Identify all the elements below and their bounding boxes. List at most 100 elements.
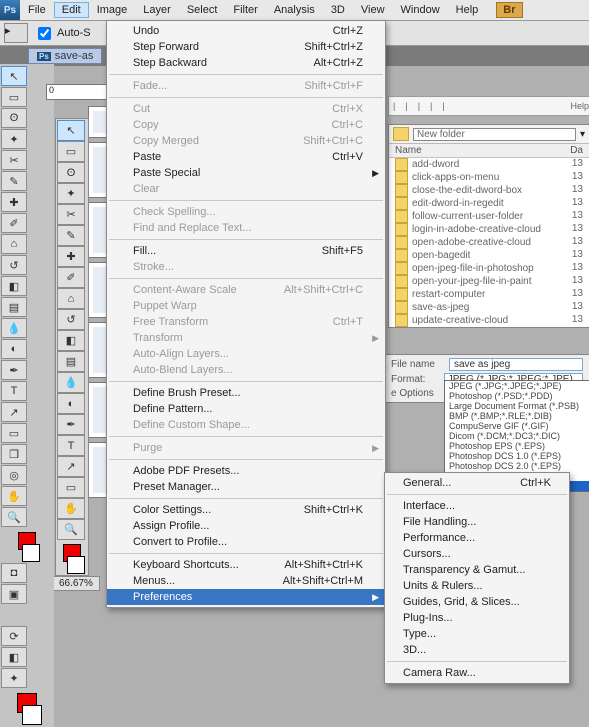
hand-tool-icon[interactable]: ✋ xyxy=(1,486,27,506)
edit-menu-item[interactable]: Adobe PDF Presets... xyxy=(107,463,385,479)
path-field[interactable]: New folder xyxy=(413,128,576,141)
bridge-badge[interactable]: Br xyxy=(496,2,522,18)
file-row[interactable]: add-dword13 xyxy=(389,158,589,171)
eraser-tool-icon[interactable]: ◧ xyxy=(1,276,27,296)
file-row[interactable]: open-adobe-creative-cloud13 xyxy=(389,236,589,249)
wand-tool-icon[interactable]: ✦ xyxy=(1,129,27,149)
fp-eraser-icon[interactable]: ◧ xyxy=(57,330,85,351)
menu-layer[interactable]: Layer xyxy=(135,2,179,18)
fp-crop-tool-icon[interactable]: ✂ xyxy=(57,204,85,225)
background-swatch-icon[interactable] xyxy=(22,544,40,562)
fp-path-icon[interactable]: ↗ xyxy=(57,456,85,477)
quickmask-tool-icon[interactable]: ◘ xyxy=(1,563,27,583)
file-row[interactable]: save-as-jpeg13 xyxy=(389,301,589,314)
extra-tool-a-icon[interactable]: ⟳ xyxy=(1,626,27,646)
filename-field[interactable]: save as jpeg xyxy=(449,358,583,371)
format-option[interactable]: JPEG (*.JPG;*.JPEG;*.JPE) xyxy=(445,381,589,391)
prefs-menu-item[interactable]: Guides, Grid, & Slices... xyxy=(385,594,569,610)
marquee-tool-icon[interactable]: ▭ xyxy=(1,87,27,107)
fp-lasso-tool-icon[interactable]: ʘ xyxy=(57,162,85,183)
fp-pen-icon[interactable]: ✒ xyxy=(57,414,85,435)
format-option[interactable]: CompuServe GIF (*.GIF) xyxy=(445,421,589,431)
extra-tool-b-icon[interactable]: ◧ xyxy=(1,647,27,667)
dodge-tool-icon[interactable]: ◐ xyxy=(1,339,27,359)
col-name[interactable]: Name xyxy=(395,145,422,156)
format-option[interactable]: BMP (*.BMP;*.RLE;*.DIB) xyxy=(445,411,589,421)
menu-analysis[interactable]: Analysis xyxy=(266,2,323,18)
path-tool-icon[interactable]: ↗ xyxy=(1,402,27,422)
3d-tool-icon[interactable]: ❒ xyxy=(1,444,27,464)
menu-3d[interactable]: 3D xyxy=(323,2,353,18)
format-option[interactable]: Photoshop DCS 2.0 (*.EPS) xyxy=(445,461,589,471)
color-swatches[interactable] xyxy=(1,532,53,562)
blur-tool-icon[interactable]: 💧 xyxy=(1,318,27,338)
file-row[interactable]: open-jpeg-file-in-photoshop13 xyxy=(389,262,589,275)
file-row[interactable]: login-in-adobe-creative-cloud13 xyxy=(389,223,589,236)
menu-help[interactable]: Help xyxy=(448,2,487,18)
format-option[interactable]: Dicom (*.DCM;*.DC3;*.DIC) xyxy=(445,431,589,441)
menu-select[interactable]: Select xyxy=(179,2,226,18)
edit-menu-item[interactable]: Keyboard Shortcuts...Alt+Shift+Ctrl+K xyxy=(107,557,385,573)
tool-preset-button[interactable]: ▸ xyxy=(4,23,28,43)
edit-menu-item[interactable]: Paste Special▶ xyxy=(107,165,385,181)
format-option[interactable]: Large Document Format (*.PSB) xyxy=(445,401,589,411)
zoom-readout[interactable]: 66.67% xyxy=(52,576,100,591)
file-row[interactable]: click-apps-on-menu13 xyxy=(389,171,589,184)
fp-brush-icon[interactable]: ✐ xyxy=(57,267,85,288)
fp-history-icon[interactable]: ↺ xyxy=(57,309,85,330)
menu-image[interactable]: Image xyxy=(89,2,136,18)
edit-menu-item[interactable]: Preset Manager... xyxy=(107,479,385,495)
fp-gradient-icon[interactable]: ▤ xyxy=(57,351,85,372)
edit-menu-item[interactable]: Step ForwardShift+Ctrl+Z xyxy=(107,39,385,55)
eyedropper-tool-icon[interactable]: ✎ xyxy=(1,171,27,191)
auto-select-checkbox[interactable]: Auto-S xyxy=(34,24,91,43)
camera-tool-icon[interactable]: ◎ xyxy=(1,465,27,485)
prefs-menu-item[interactable]: 3D... xyxy=(385,642,569,658)
type-tool-icon[interactable]: T xyxy=(1,381,27,401)
screenmode-tool-icon[interactable]: ▣ xyxy=(1,584,27,604)
history-brush-icon[interactable]: ↺ xyxy=(1,255,27,275)
prefs-menu-item[interactable]: Performance... xyxy=(385,530,569,546)
prefs-menu-item[interactable]: Plug-Ins... xyxy=(385,610,569,626)
prefs-menu-item[interactable]: Transparency & Gamut... xyxy=(385,562,569,578)
fp-healing-icon[interactable]: ✚ xyxy=(57,246,85,267)
gradient-tool-icon[interactable]: ▤ xyxy=(1,297,27,317)
zoom-tool-icon[interactable]: 🔍 xyxy=(1,507,27,527)
stamp-tool-icon[interactable]: ⌂ xyxy=(1,234,27,254)
fp-dodge-icon[interactable]: ◐ xyxy=(57,393,85,414)
path-dropdown-icon[interactable]: ▾ xyxy=(580,129,585,140)
edit-menu-item[interactable]: Step BackwardAlt+Ctrl+Z xyxy=(107,55,385,71)
fp-hand-icon[interactable]: ✋ xyxy=(57,498,85,519)
menu-filter[interactable]: Filter xyxy=(225,2,265,18)
prefs-menu-item[interactable]: Units & Rulers... xyxy=(385,578,569,594)
prefs-menu-item[interactable]: Type... xyxy=(385,626,569,642)
menu-edit[interactable]: Edit xyxy=(54,2,89,18)
edit-menu-item[interactable]: Menus...Alt+Shift+Ctrl+M xyxy=(107,573,385,589)
format-option[interactable]: Photoshop DCS 1.0 (*.EPS) xyxy=(445,451,589,461)
prefs-menu-item[interactable]: Camera Raw... xyxy=(385,665,569,681)
edit-menu-item[interactable]: Assign Profile... xyxy=(107,518,385,534)
file-row[interactable]: open-your-jpeg-file-in-paint13 xyxy=(389,275,589,288)
brush-tool-icon[interactable]: ✐ xyxy=(1,213,27,233)
move-tool-icon[interactable]: ↖ xyxy=(1,66,27,86)
pen-tool-icon[interactable]: ✒ xyxy=(1,360,27,380)
document-tab[interactable]: Ps save-as xyxy=(28,48,102,64)
fp-blur-icon[interactable]: 💧 xyxy=(57,372,85,393)
menu-window[interactable]: Window xyxy=(393,2,448,18)
edit-menu-item[interactable]: Convert to Profile... xyxy=(107,534,385,550)
fp-wand-tool-icon[interactable]: ✦ xyxy=(57,183,85,204)
edit-menu-item[interactable]: PasteCtrl+V xyxy=(107,149,385,165)
file-row[interactable]: update-creative-cloud13 xyxy=(389,314,589,327)
fp-zoom-icon[interactable]: 🔍 xyxy=(57,519,85,540)
format-option[interactable]: Photoshop (*.PSD;*.PDD) xyxy=(445,391,589,401)
menu-view[interactable]: View xyxy=(353,2,393,18)
background-swatch-2-icon[interactable] xyxy=(22,705,42,725)
extra-tool-c-icon[interactable]: ✦ xyxy=(1,668,27,688)
fp-shape-icon[interactable]: ▭ xyxy=(57,477,85,498)
auto-select-box[interactable] xyxy=(38,27,51,40)
file-row[interactable]: restart-computer13 xyxy=(389,288,589,301)
prefs-menu-item[interactable]: General...Ctrl+K xyxy=(385,475,569,491)
lasso-tool-icon[interactable]: ʘ xyxy=(1,108,27,128)
fp-stamp-icon[interactable]: ⌂ xyxy=(57,288,85,309)
file-row[interactable]: edit-dword-in-regedit13 xyxy=(389,197,589,210)
